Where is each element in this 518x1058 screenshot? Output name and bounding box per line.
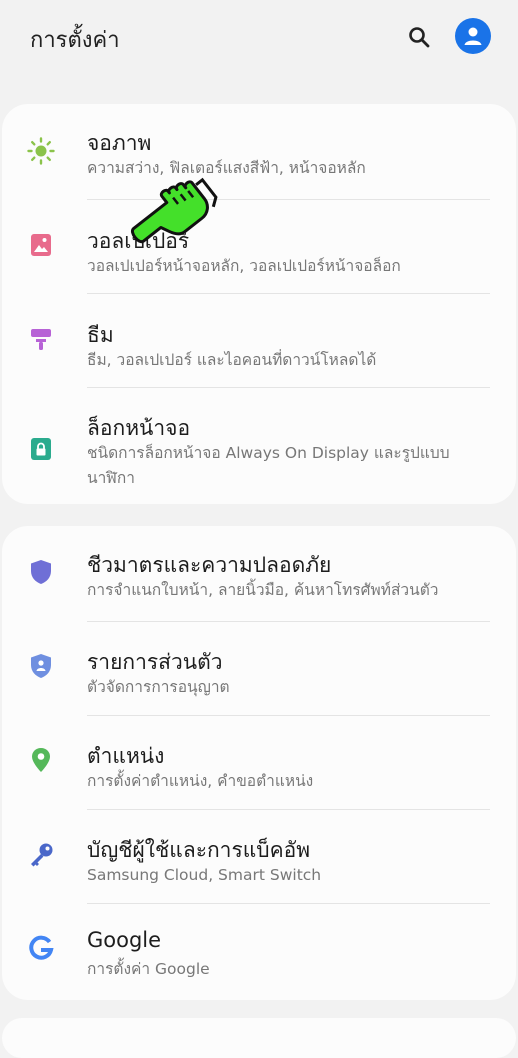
settings-item-location[interactable]: ตำแหน่ง การตั้งค่าตำแหน่ง, คำขอตำแหน่ง bbox=[2, 716, 516, 808]
settings-item-display[interactable]: จอภาพ ความสว่าง, ฟิลเตอร์แสงสีฟ้า, หน้าจ… bbox=[2, 104, 516, 198]
picture-icon bbox=[24, 228, 58, 262]
settings-item-accounts-backup[interactable]: บัญชีผู้ใช้และการแบ็คอัพ Samsung Cloud, … bbox=[2, 810, 516, 902]
settings-item-subtitle: การจำแนกใบหน้า, ลายนิ้วมือ, ค้นหาโทรศัพท… bbox=[87, 581, 439, 599]
settings-item-subtitle: ตัวจัดการการอนุญาต bbox=[87, 678, 230, 696]
search-icon bbox=[409, 27, 430, 48]
top-bar: การตั้งค่า bbox=[0, 0, 518, 80]
settings-item-google[interactable]: Google การตั้งค่า Google bbox=[2, 904, 516, 996]
settings-item-subtitle: การตั้งค่าตำแหน่ง, คำขอตำแหน่ง bbox=[87, 772, 314, 790]
settings-group-security: ชีวมาตรและความปลอดภัย การจำแนกใบหน้า, ลา… bbox=[2, 526, 516, 1000]
shield-icon bbox=[24, 555, 58, 589]
settings-item-subtitle: ชนิดการล็อกหน้าจอ Always On Display และร… bbox=[87, 444, 450, 487]
settings-item-subtitle: การตั้งค่า Google bbox=[87, 960, 210, 978]
settings-item-themes[interactable]: ธีม ธีม, วอลเปเปอร์ และไอคอนที่ดาวน์โหลด… bbox=[2, 294, 516, 386]
lock-icon bbox=[24, 432, 58, 466]
settings-item-privacy[interactable]: รายการส่วนตัว ตัวจัดการการอนุญาต bbox=[2, 622, 516, 714]
settings-group-display: จอภาพ ความสว่าง, ฟิลเตอร์แสงสีฟ้า, หน้าจ… bbox=[2, 104, 516, 504]
location-pin-icon bbox=[24, 743, 58, 777]
settings-item-title: Google bbox=[87, 928, 162, 952]
google-icon bbox=[24, 931, 58, 965]
paint-roller-icon bbox=[24, 322, 58, 356]
settings-item-lock-screen[interactable]: ล็อกหน้าจอ ชนิดการล็อกหน้าจอ Always On D… bbox=[2, 388, 516, 504]
account-circle-icon bbox=[464, 27, 482, 45]
settings-item-biometrics[interactable]: ชีวมาตรและความปลอดภัย การจำแนกใบหน้า, ลา… bbox=[2, 526, 516, 620]
key-icon bbox=[24, 838, 58, 872]
settings-item-subtitle: ธีม, วอลเปเปอร์ และไอคอนที่ดาวน์โหลดได้ bbox=[87, 351, 377, 369]
privacy-shield-icon bbox=[24, 649, 58, 683]
sun-icon bbox=[24, 134, 58, 168]
search-button[interactable] bbox=[402, 20, 436, 54]
settings-item-wallpaper[interactable]: วอลเปเปอร์ วอลเปเปอร์หน้าจอหลัก, วอลเปเป… bbox=[2, 200, 516, 292]
settings-item-subtitle: Samsung Cloud, Smart Switch bbox=[87, 866, 322, 884]
settings-group-next bbox=[2, 1018, 516, 1058]
settings-item-subtitle: วอลเปเปอร์หน้าจอหลัก, วอลเปเปอร์หน้าจอล็… bbox=[87, 257, 401, 275]
page-title: การตั้งค่า bbox=[30, 28, 120, 53]
profile-button[interactable] bbox=[455, 18, 491, 54]
settings-item-subtitle: ความสว่าง, ฟิลเตอร์แสงสีฟ้า, หน้าจอหลัก bbox=[87, 159, 366, 177]
